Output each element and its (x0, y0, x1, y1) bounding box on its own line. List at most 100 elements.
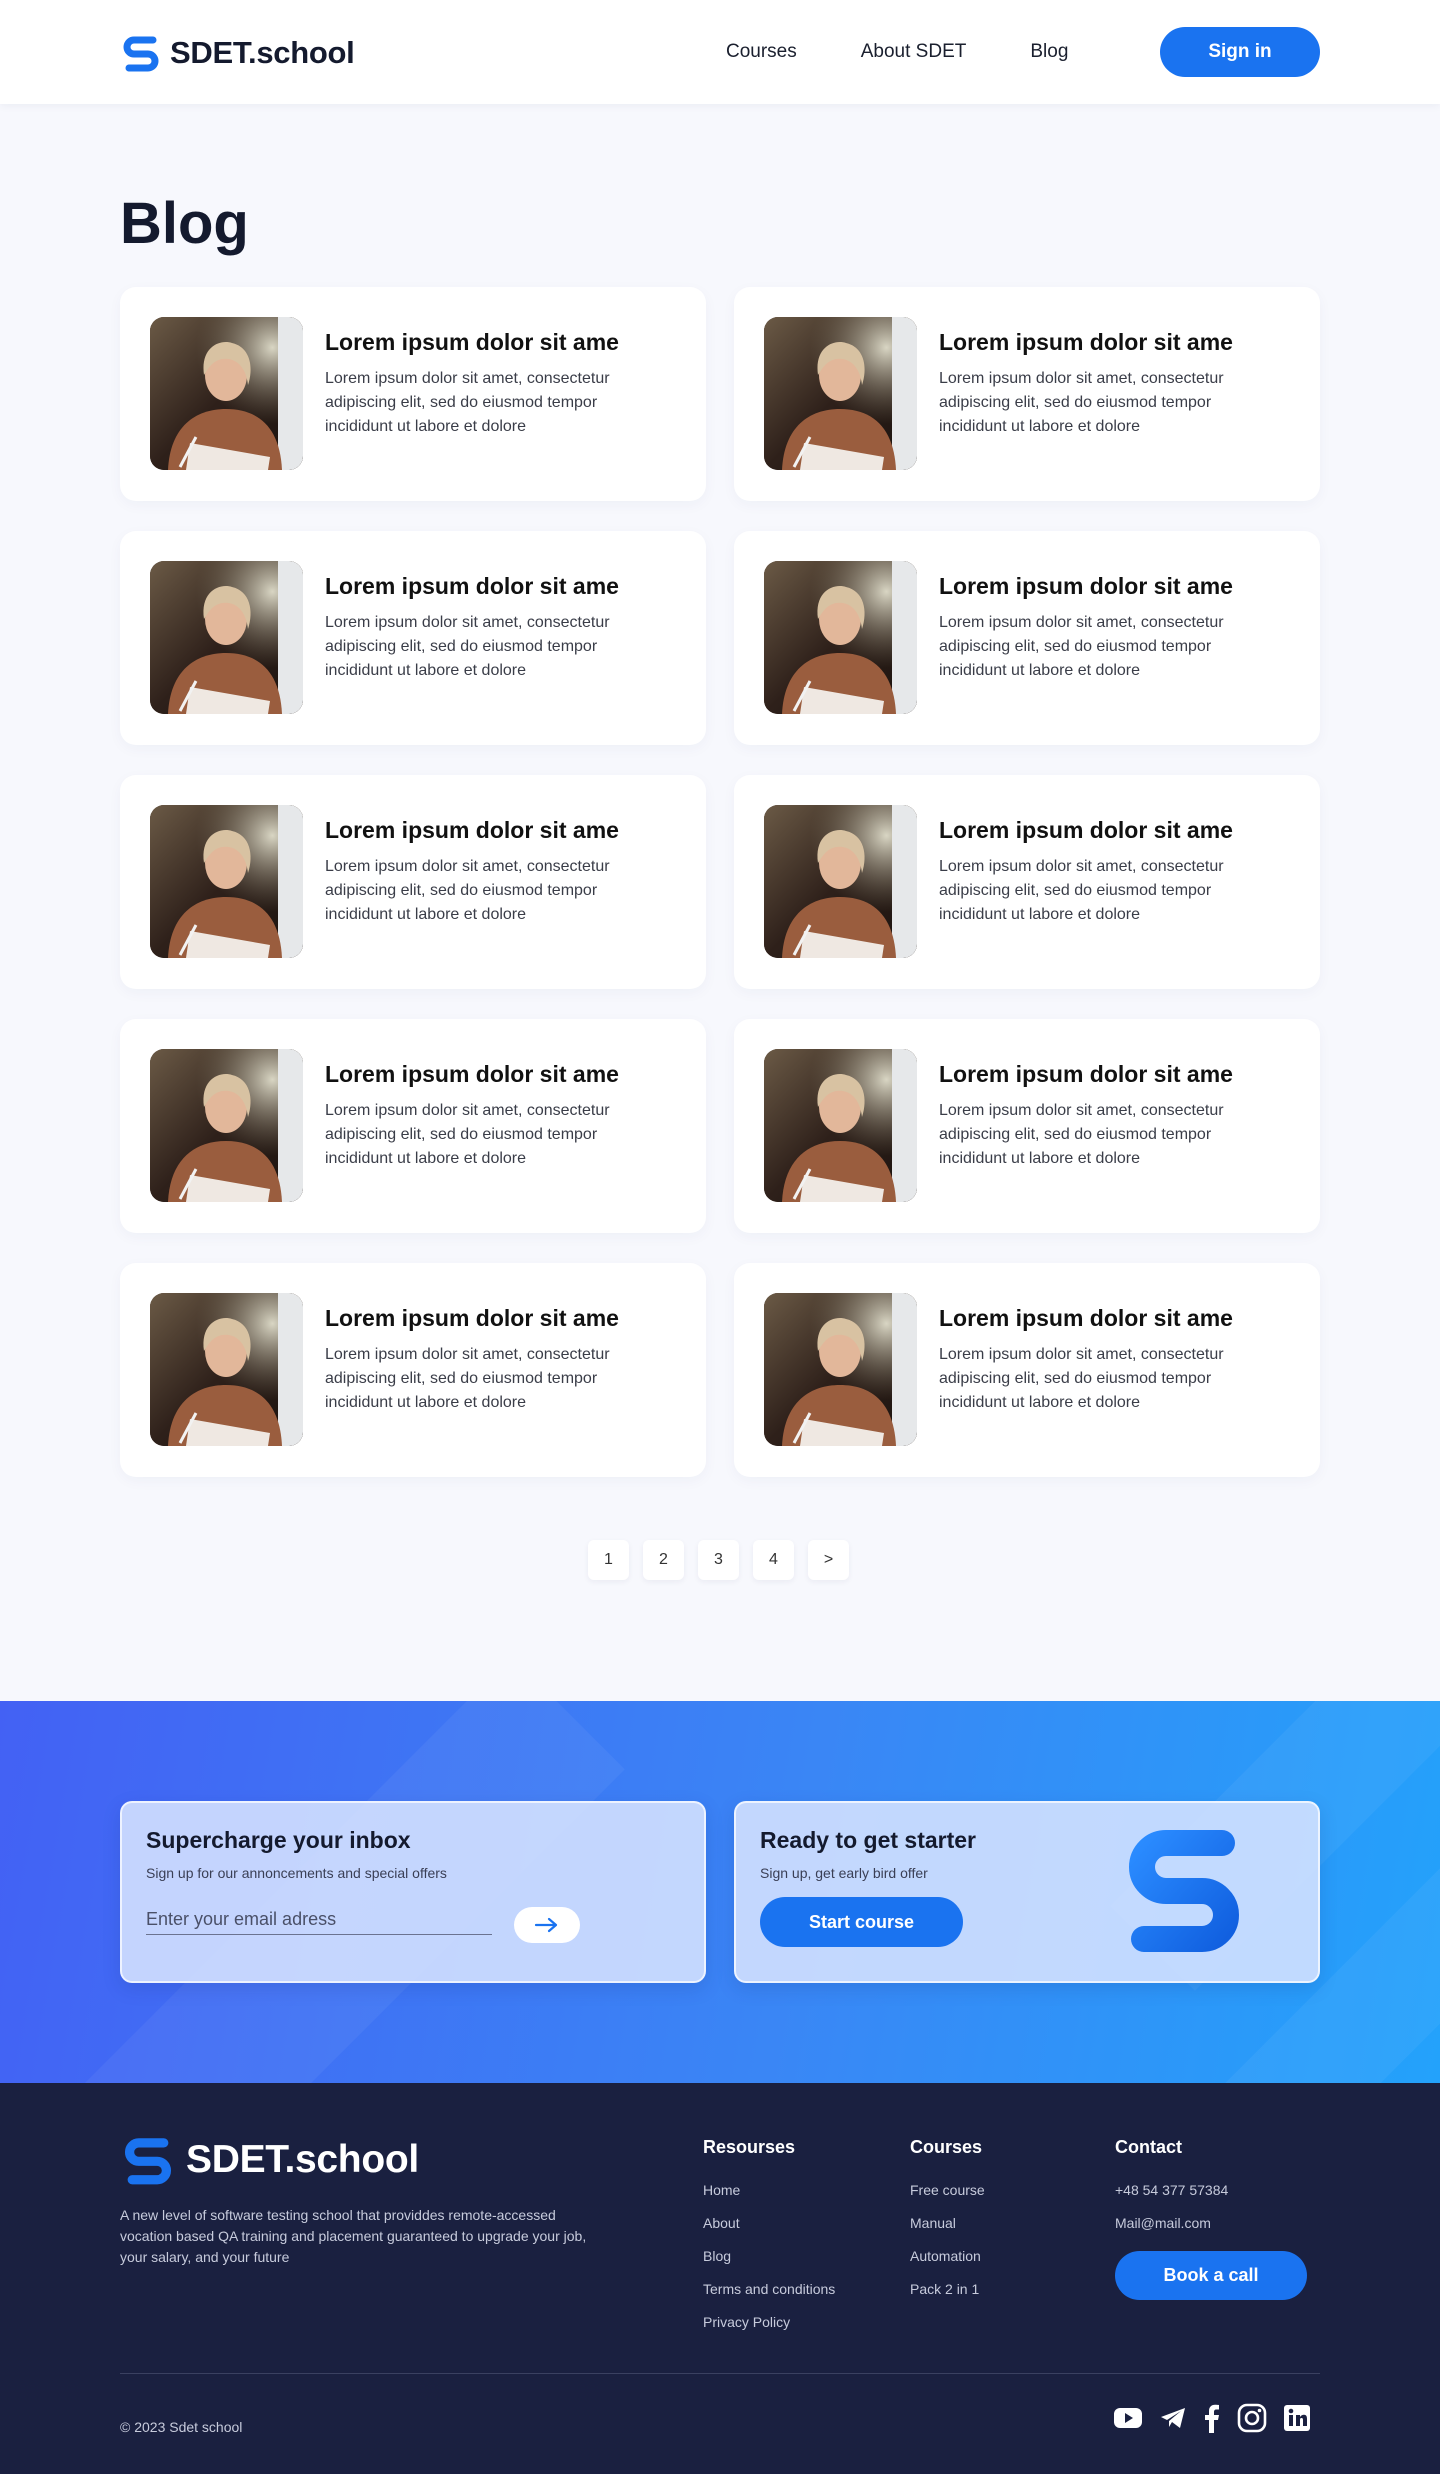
linkedin-icon[interactable] (1283, 2404, 1311, 2432)
post-excerpt: Lorem ipsum dolor sit amet, consectetur … (325, 370, 610, 435)
footer-courses: Courses Free course Manual Automation Pa… (910, 2137, 985, 2314)
starter-card: Ready to get starter Sign up, get early … (734, 1801, 1320, 1983)
telegram-icon[interactable] (1159, 2406, 1187, 2430)
starter-title: Ready to get starter (760, 1827, 977, 1853)
footer-link-free-course[interactable]: Free course (910, 2182, 985, 2198)
footer-logo-text: SDET.school (186, 2138, 419, 2181)
post-title[interactable]: Lorem ipsum dolor sit ame (325, 1305, 619, 1332)
instagram-icon[interactable] (1237, 2403, 1267, 2433)
post-title[interactable]: Lorem ipsum dolor sit ame (325, 1061, 619, 1088)
courses-heading: Courses (910, 2137, 983, 2157)
post-excerpt: Lorem ipsum dolor sit amet, consectetur … (939, 858, 1224, 923)
book-call-button[interactable]: Book a call (1115, 2251, 1307, 2300)
footer-link-automation[interactable]: Automation (910, 2248, 985, 2264)
post-image (764, 805, 917, 958)
page-3-button[interactable]: 3 (698, 1540, 739, 1580)
contact-heading: Contact (1115, 2137, 1182, 2157)
logo[interactable]: SDET.school (120, 34, 355, 72)
post-excerpt: Lorem ipsum dolor sit amet, consectetur … (325, 858, 610, 923)
footer-resources: Resourses Home About Blog Terms and cond… (703, 2137, 835, 2347)
blog-card[interactable]: Lorem ipsum dolor sit ame Lorem ipsum dol… (120, 1263, 706, 1477)
person-writing-illustration (764, 561, 917, 714)
footer-contact: Contact +48 54 377 57384 Mail@mail.com B… (1115, 2137, 1307, 2300)
person-writing-illustration (150, 1293, 303, 1446)
post-excerpt: Lorem ipsum dolor sit amet, consectetur … (939, 1102, 1224, 1167)
footer-link-privacy[interactable]: Privacy Policy (703, 2314, 835, 2330)
nav-courses[interactable]: Courses (726, 41, 797, 63)
contact-email[interactable]: Mail@mail.com (1115, 2215, 1228, 2231)
resources-heading: Resourses (703, 2137, 796, 2157)
newsletter-subtitle: Sign up for our annoncements and special… (146, 1865, 447, 1881)
blog-card[interactable]: Lorem ipsum dolor sit ame Lorem ipsum dol… (734, 1263, 1320, 1477)
email-input[interactable] (146, 1905, 492, 1935)
footer-logo[interactable]: SDET.school (120, 2135, 419, 2185)
footer-link-terms[interactable]: Terms and conditions (703, 2281, 835, 2297)
starter-subtitle: Sign up, get early bird offer (760, 1865, 928, 1881)
post-image (764, 1049, 917, 1202)
promo-section: Supercharge your inbox Sign up for our a… (0, 1701, 1440, 2083)
footer-link-pack[interactable]: Pack 2 in 1 (910, 2281, 985, 2297)
start-course-button[interactable]: Start course (760, 1897, 963, 1947)
main-nav: Courses About SDET Blog (726, 41, 1068, 63)
sign-in-button[interactable]: Sign in (1160, 27, 1320, 77)
newsletter-title: Supercharge your inbox (146, 1827, 411, 1853)
person-writing-illustration (764, 317, 917, 470)
post-title[interactable]: Lorem ipsum dolor sit ame (325, 573, 619, 600)
logo-text: SDET.school (170, 35, 355, 70)
blog-grid: Lorem ipsum dolor sit ame Lorem ipsum dol… (120, 287, 1320, 1477)
blog-card[interactable]: Lorem ipsum dolor sit ame Lorem ipsum dol… (120, 287, 706, 501)
person-writing-illustration (764, 1049, 917, 1202)
arrow-right-icon (534, 1917, 558, 1933)
post-title[interactable]: Lorem ipsum dolor sit ame (939, 1305, 1233, 1332)
blog-card[interactable]: Lorem ipsum dolor sit ame Lorem ipsum dol… (734, 1019, 1320, 1233)
post-image (150, 805, 303, 958)
social-links (1113, 2403, 1311, 2433)
page-2-button[interactable]: 2 (643, 1540, 684, 1580)
youtube-icon[interactable] (1113, 2407, 1143, 2429)
post-excerpt: Lorem ipsum dolor sit amet, consectetur … (939, 1346, 1224, 1411)
post-image (150, 1049, 303, 1202)
post-title[interactable]: Lorem ipsum dolor sit ame (939, 573, 1233, 600)
post-excerpt: Lorem ipsum dolor sit amet, consectetur … (325, 614, 610, 679)
post-title[interactable]: Lorem ipsum dolor sit ame (325, 817, 619, 844)
blog-card[interactable]: Lorem ipsum dolor sit ame Lorem ipsum dol… (734, 531, 1320, 745)
blog-card[interactable]: Lorem ipsum dolor sit ame Lorem ipsum dol… (120, 1019, 706, 1233)
blog-card[interactable]: Lorem ipsum dolor sit ame Lorem ipsum dol… (734, 287, 1320, 501)
nav-about[interactable]: About SDET (861, 41, 967, 63)
brand-logo-icon (1129, 1830, 1239, 1952)
footer-divider (120, 2373, 1320, 2374)
logo-icon (123, 36, 159, 72)
post-excerpt: Lorem ipsum dolor sit amet, consectetur … (325, 1346, 610, 1411)
post-image (150, 317, 303, 470)
footer-link-manual[interactable]: Manual (910, 2215, 985, 2231)
footer-link-about[interactable]: About (703, 2215, 835, 2231)
next-page-button[interactable]: > (808, 1540, 849, 1580)
post-image (764, 1293, 917, 1446)
contact-phone[interactable]: +48 54 377 57384 (1115, 2182, 1228, 2198)
blog-card[interactable]: Lorem ipsum dolor sit ame Lorem ipsum dol… (120, 775, 706, 989)
site-footer: SDET.school A new level of software test… (0, 2083, 1440, 2474)
page-4-button[interactable]: 4 (753, 1540, 794, 1580)
footer-link-home[interactable]: Home (703, 2182, 835, 2198)
post-title[interactable]: Lorem ipsum dolor sit ame (939, 1061, 1233, 1088)
post-title[interactable]: Lorem ipsum dolor sit ame (325, 329, 619, 356)
post-excerpt: Lorem ipsum dolor sit amet, consectetur … (325, 1102, 610, 1167)
subscribe-button[interactable] (514, 1907, 580, 1943)
footer-description: A new level of software testing school t… (120, 2207, 587, 2265)
person-writing-illustration (764, 805, 917, 958)
post-image (150, 1293, 303, 1446)
post-image (764, 317, 917, 470)
facebook-icon[interactable] (1203, 2403, 1221, 2433)
post-title[interactable]: Lorem ipsum dolor sit ame (939, 329, 1233, 356)
site-header: SDET.school Courses About SDET Blog Sign… (0, 0, 1440, 104)
post-excerpt: Lorem ipsum dolor sit amet, consectetur … (939, 614, 1224, 679)
blog-card[interactable]: Lorem ipsum dolor sit ame Lorem ipsum dol… (120, 531, 706, 745)
nav-blog[interactable]: Blog (1030, 41, 1068, 63)
post-excerpt: Lorem ipsum dolor sit amet, consectetur … (939, 370, 1224, 435)
footer-link-blog[interactable]: Blog (703, 2248, 835, 2264)
blog-card[interactable]: Lorem ipsum dolor sit ame Lorem ipsum dol… (734, 775, 1320, 989)
page-1-button[interactable]: 1 (588, 1540, 629, 1580)
person-writing-illustration (150, 805, 303, 958)
post-title[interactable]: Lorem ipsum dolor sit ame (939, 817, 1233, 844)
page: SDET.school Courses About SDET Blog Sign… (0, 0, 1440, 2474)
